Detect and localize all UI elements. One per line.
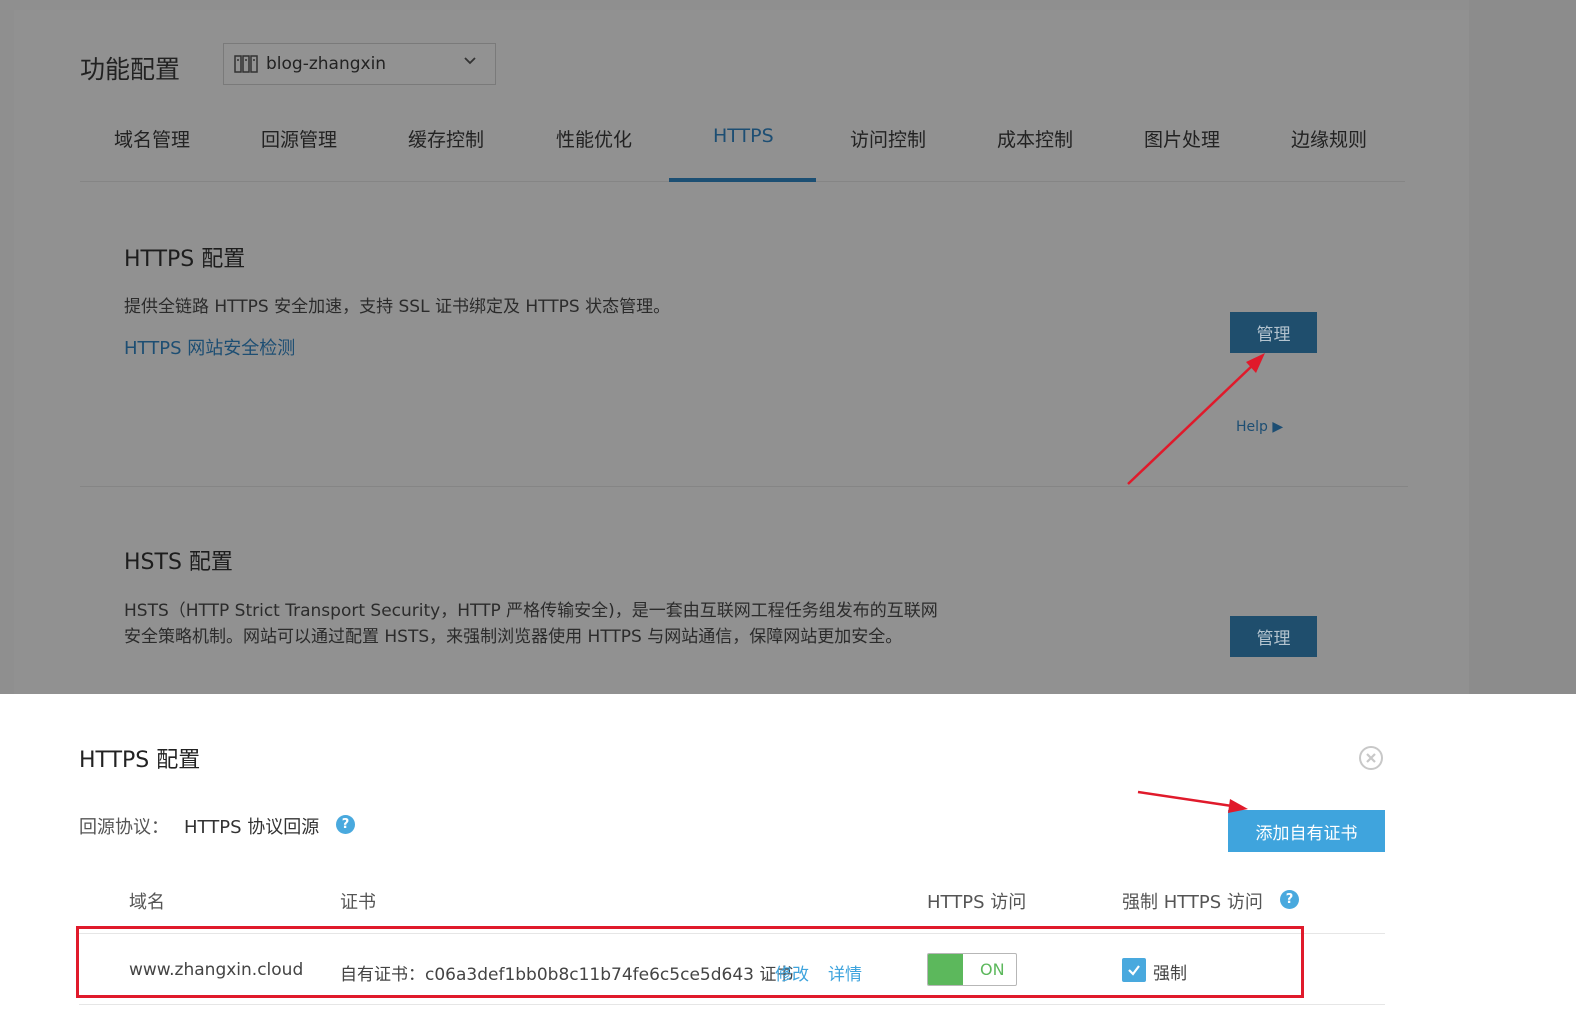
close-icon[interactable] [1358, 745, 1384, 771]
https-security-check-link[interactable]: HTTPS 网站安全检测 [124, 334, 295, 360]
tab-cost-control[interactable]: 成本控制 [997, 125, 1073, 152]
tab-domain-management[interactable]: 域名管理 [114, 125, 190, 152]
annotation-highlight-box [76, 926, 1304, 998]
col-header-cert: 证书 [340, 892, 376, 913]
tab-access-control[interactable]: 访问控制 [850, 125, 926, 152]
row-divider [79, 1004, 1385, 1005]
hsts-section-title: HSTS 配置 [124, 550, 233, 575]
hsts-desc-line1: HSTS（HTTP Strict Transport Security，HTTP… [124, 601, 938, 621]
origin-protocol-value: HTTPS 协议回源 [184, 817, 320, 838]
col-header-domain: 域名 [129, 892, 165, 913]
tab-edge-rules[interactable]: 边缘规则 [1291, 125, 1367, 152]
https-manage-button[interactable]: 管理 [1230, 312, 1317, 353]
col-header-force-https: 强制 HTTPS 访问 [1122, 892, 1263, 913]
domain-select[interactable]: blog-zhangxin [223, 43, 496, 85]
feature-tabs: 域名管理 回源管理 缓存控制 性能优化 HTTPS 访问控制 成本控制 图片处理… [80, 120, 1405, 182]
origin-protocol-label: 回源协议： [79, 817, 169, 838]
question-icon[interactable]: ? [336, 815, 355, 834]
chevron-down-icon [464, 57, 476, 65]
hsts-manage-button[interactable]: 管理 [1230, 616, 1317, 657]
https-section-title: HTTPS 配置 [124, 247, 246, 272]
tab-cache-control[interactable]: 缓存控制 [408, 125, 484, 152]
cdn-domain-icon [234, 55, 258, 73]
help-link[interactable]: Help ▶ [1236, 419, 1283, 435]
background-page: 功能配置 blog-zhangxin 域名管理 回源管理 缓存控制 性能优化 H… [0, 0, 1576, 694]
tab-https[interactable]: HTTPS [713, 125, 774, 147]
hsts-desc-line2: 安全策略机制。网站可以通过配置 HSTS，来强制浏览器使用 HTTPS 与网站通… [124, 627, 903, 647]
tab-origin-management[interactable]: 回源管理 [261, 125, 337, 152]
section-divider [80, 486, 1408, 487]
page-title: 功能配置 [80, 55, 181, 84]
modal-title: HTTPS 配置 [79, 748, 201, 773]
active-tab-indicator [669, 178, 816, 182]
https-section-desc: 提供全链路 HTTPS 安全加速，支持 SSL 证书绑定及 HTTPS 状态管理… [124, 297, 671, 317]
question-icon[interactable]: ? [1280, 890, 1299, 909]
col-header-https-access: HTTPS 访问 [927, 892, 1027, 913]
tab-image-processing[interactable]: 图片处理 [1144, 125, 1220, 152]
https-config-modal: HTTPS 配置 回源协议： HTTPS 协议回源 ? 添加自有证书 域名 证书… [0, 694, 1576, 1015]
tab-performance[interactable]: 性能优化 [556, 125, 632, 152]
right-gutter [1469, 0, 1576, 694]
add-own-cert-button[interactable]: 添加自有证书 [1228, 810, 1385, 852]
domain-select-value: blog-zhangxin [266, 54, 387, 74]
